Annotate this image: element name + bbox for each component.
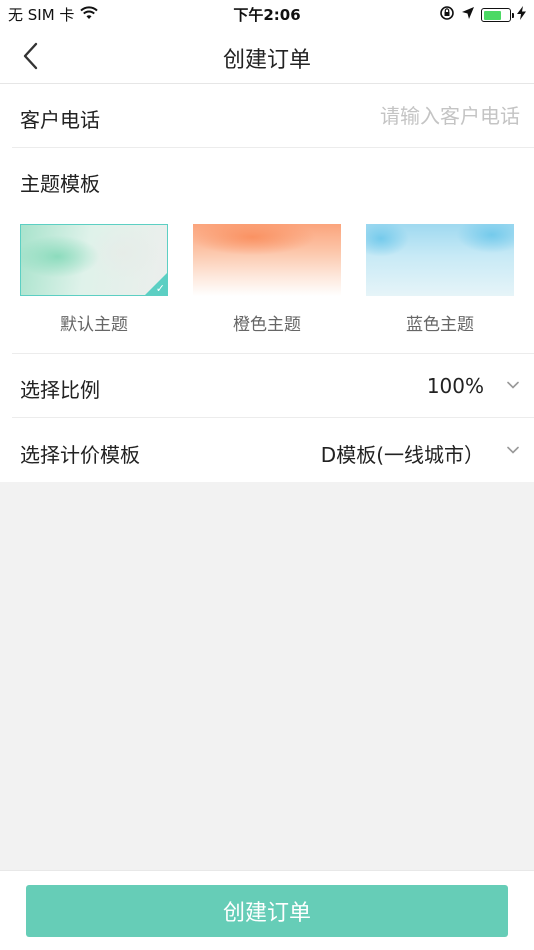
theme-label-orange: 橙色主题 bbox=[233, 315, 301, 335]
customer-phone-row: 客户电话 bbox=[12, 84, 534, 148]
pricing-template-label: 选择计价模板 bbox=[20, 443, 140, 467]
chevron-down-icon[interactable] bbox=[506, 443, 520, 457]
chevron-left-icon bbox=[23, 42, 38, 70]
nav-bar: 创建订单 bbox=[0, 28, 534, 84]
orientation-lock-icon bbox=[439, 5, 455, 25]
battery-icon bbox=[481, 8, 514, 22]
theme-option-blue[interactable]: 蓝色主题 bbox=[366, 224, 514, 335]
create-order-button[interactable]: 创建订单 bbox=[26, 885, 508, 937]
theme-thumbnail-orange bbox=[193, 224, 341, 296]
check-icon: ✓ bbox=[155, 282, 165, 295]
theme-thumbnail-blue bbox=[366, 224, 514, 296]
theme-label-blue: 蓝色主题 bbox=[406, 315, 474, 335]
theme-thumbnail-default: ✓ bbox=[20, 224, 168, 296]
carrier-text: 无 SIM 卡 bbox=[8, 6, 75, 24]
status-right bbox=[439, 5, 526, 25]
theme-option-default[interactable]: ✓ 默认主题 bbox=[20, 224, 168, 335]
battery-fill bbox=[483, 10, 501, 20]
order-form: 客户电话 主题模板 ✓ 默认主题 橙色主题 蓝色主题 选择比例 100% 选择计… bbox=[0, 84, 534, 482]
ratio-label: 选择比例 bbox=[20, 378, 100, 402]
theme-option-orange[interactable]: 橙色主题 bbox=[193, 224, 341, 335]
page-title: 创建订单 bbox=[222, 48, 311, 73]
customer-phone-input[interactable] bbox=[260, 98, 520, 134]
pricing-template-value[interactable]: D模板(一线城市） bbox=[321, 439, 484, 468]
theme-template-section: 主题模板 ✓ 默认主题 橙色主题 蓝色主题 bbox=[12, 148, 534, 354]
pricing-template-row[interactable]: 选择计价模板 D模板(一线城市） bbox=[12, 419, 534, 483]
status-left: 无 SIM 卡 bbox=[8, 4, 99, 25]
wifi-icon bbox=[80, 5, 99, 24]
theme-label-default: 默认主题 bbox=[60, 315, 128, 335]
ratio-value[interactable]: 100% bbox=[427, 374, 484, 398]
footer-bar: 创建订单 bbox=[0, 870, 534, 950]
back-button[interactable] bbox=[18, 42, 46, 70]
customer-phone-label: 客户电话 bbox=[20, 108, 100, 132]
chevron-down-icon[interactable] bbox=[506, 378, 520, 392]
status-bar: 无 SIM 卡 下午2:06 bbox=[0, 0, 534, 28]
location-arrow-icon bbox=[461, 6, 475, 24]
theme-template-label: 主题模板 bbox=[20, 172, 100, 196]
ratio-row[interactable]: 选择比例 100% bbox=[12, 354, 534, 418]
charging-bolt-icon bbox=[517, 6, 526, 24]
